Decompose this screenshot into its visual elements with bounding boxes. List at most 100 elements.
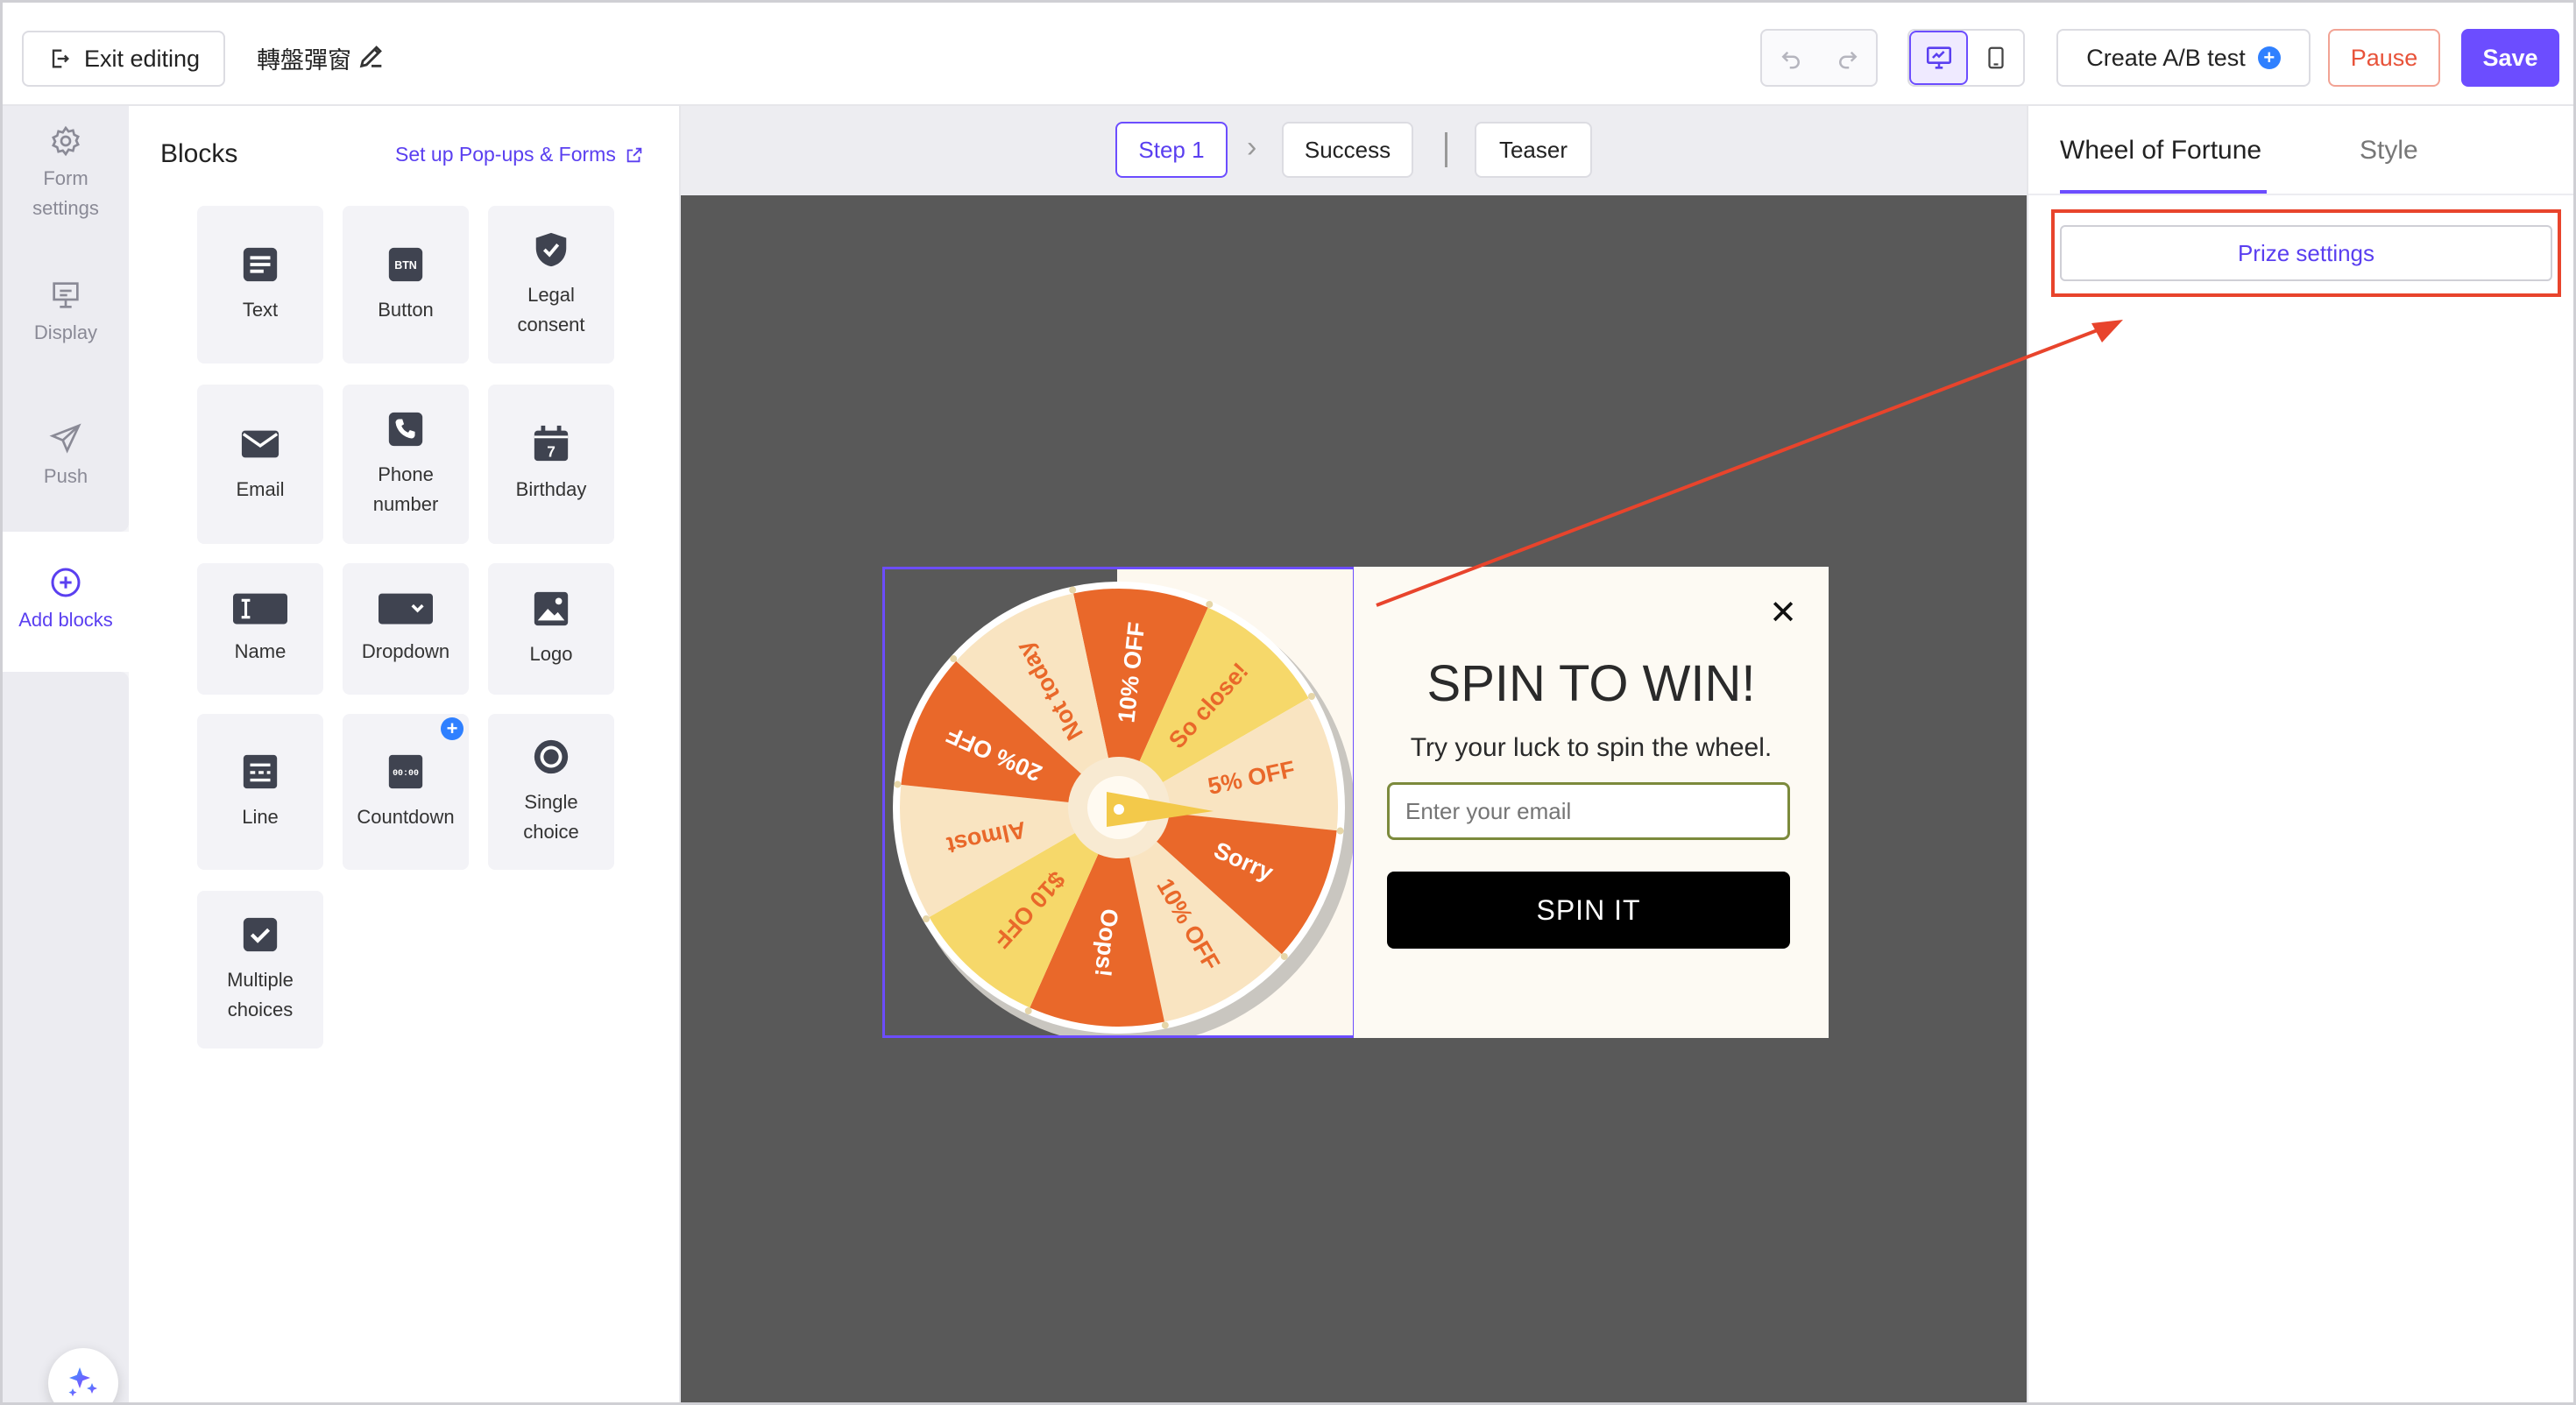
form-name: 轉盤彈窗 bbox=[257, 47, 351, 74]
checkbox-icon bbox=[243, 917, 278, 952]
block-label: consent bbox=[517, 314, 585, 335]
rail-item-add-blocks[interactable]: Add blocks bbox=[3, 565, 129, 635]
block-countdown[interactable]: + 00:00 Countdown bbox=[343, 714, 469, 870]
email-icon bbox=[241, 430, 280, 458]
display-icon bbox=[53, 282, 79, 308]
undo-button[interactable] bbox=[1762, 31, 1819, 85]
dropdown-icon bbox=[379, 593, 433, 625]
block-label: Multiple bbox=[227, 969, 294, 991]
send-icon bbox=[49, 423, 81, 454]
pencil-icon[interactable] bbox=[357, 41, 386, 71]
step-bar: Step 1 › Success Teaser bbox=[681, 106, 2027, 195]
block-dropdown[interactable]: Dropdown bbox=[343, 563, 469, 695]
gear-icon bbox=[52, 125, 80, 157]
exit-icon bbox=[52, 49, 69, 68]
create-ab-test-button[interactable]: Create A/B test + bbox=[2056, 29, 2311, 87]
new-badge-plus-icon: + bbox=[441, 717, 464, 740]
block-email[interactable]: Email bbox=[197, 385, 323, 544]
countdown-icon: 00:00 bbox=[388, 754, 423, 789]
popup-preview: 10% OFF So close! 5% OFF Sorry 10% OFF Oops! $… bbox=[882, 567, 1829, 1038]
blocks-title: Blocks bbox=[160, 139, 238, 168]
tab-success[interactable]: Success bbox=[1282, 122, 1413, 178]
redo-icon bbox=[1838, 51, 1858, 69]
popup-form: ✕ SPIN TO WIN! Try your luck to spin the… bbox=[1354, 567, 1829, 1038]
mobile-icon bbox=[1987, 46, 2004, 69]
step-divider bbox=[1445, 132, 1447, 167]
block-label: Button bbox=[378, 299, 434, 321]
pause-button[interactable]: Pause bbox=[2328, 29, 2440, 87]
calendar-icon: 7 bbox=[534, 425, 569, 462]
block-label: number bbox=[372, 493, 439, 515]
popup-subtitle: Try your luck to spin the wheel. bbox=[1410, 733, 1773, 762]
block-line[interactable]: Line bbox=[197, 714, 323, 870]
sparkle-icon bbox=[68, 1367, 97, 1397]
rail-item-push[interactable]: Push bbox=[3, 421, 129, 491]
block-button[interactable]: BTN Button bbox=[343, 206, 469, 364]
block-name[interactable]: Name bbox=[197, 563, 323, 695]
app-window: Exit editing 轉盤彈窗 Create A/B test + Paus… bbox=[0, 0, 2576, 1405]
wheel-selection-outline bbox=[882, 567, 1355, 1038]
rail-item-form-settings[interactable]: Form settings bbox=[3, 124, 129, 223]
active-tab-indicator bbox=[2060, 190, 2267, 194]
block-label: Name bbox=[234, 640, 287, 662]
close-icon[interactable]: ✕ bbox=[1769, 593, 1797, 632]
block-birthday[interactable]: 7 Birthday bbox=[488, 385, 614, 544]
block-label: Line bbox=[242, 806, 279, 828]
countdown-icon-text: 00:00 bbox=[393, 768, 419, 778]
block-label: Text bbox=[242, 299, 279, 321]
button-icon-text: BTN bbox=[394, 259, 417, 272]
ab-test-label: Create A/B test bbox=[2086, 44, 2246, 71]
rail-label-add-blocks: Add blocks bbox=[18, 609, 113, 631]
rail-label-form: Form bbox=[43, 167, 88, 189]
exit-editing-button[interactable]: Exit editing bbox=[22, 31, 225, 87]
block-label: choices bbox=[227, 999, 294, 1020]
blocks-panel: Blocks Set up Pop-ups & Forms Text BTN B… bbox=[129, 106, 681, 1402]
tab-step-1[interactable]: Step 1 bbox=[1115, 122, 1228, 178]
block-label: Email bbox=[236, 478, 285, 500]
right-panel: Wheel of Fortune Style Prize settings bbox=[2027, 106, 2573, 1402]
popup-title: SPIN TO WIN! bbox=[1426, 655, 1756, 712]
shield-icon bbox=[535, 232, 567, 267]
block-multiple-choices[interactable]: Multiple choices bbox=[197, 891, 323, 1048]
undo-icon bbox=[1780, 51, 1800, 69]
phone-icon bbox=[388, 412, 423, 447]
tabs-divider bbox=[2028, 194, 2573, 195]
exit-editing-label: Exit editing bbox=[83, 45, 201, 72]
block-legal-consent[interactable]: Legal consent bbox=[488, 206, 614, 364]
prize-settings-button[interactable]: Prize settings bbox=[2060, 225, 2552, 281]
rail-item-display[interactable]: Display bbox=[3, 278, 129, 348]
redo-button[interactable] bbox=[1819, 31, 1876, 85]
tab-style[interactable]: Style bbox=[2360, 136, 2418, 166]
left-rail: Form settings Display Push Add blocks bbox=[3, 106, 129, 1402]
setup-popups-link[interactable]: Set up Pop-ups & Forms bbox=[395, 143, 644, 166]
top-bar: Exit editing 轉盤彈窗 Create A/B test + Paus… bbox=[3, 3, 2573, 106]
radio-icon bbox=[534, 739, 569, 774]
rail-label-settings: settings bbox=[32, 197, 99, 219]
external-link-icon bbox=[626, 147, 642, 162]
email-input[interactable] bbox=[1387, 782, 1790, 840]
desktop-icon bbox=[1926, 46, 1951, 69]
name-icon bbox=[233, 593, 287, 625]
tab-wheel-of-fortune[interactable]: Wheel of Fortune bbox=[2060, 136, 2261, 166]
block-logo[interactable]: Logo bbox=[488, 563, 614, 695]
desktop-view-button[interactable] bbox=[1909, 31, 1968, 85]
setup-link-label: Set up Pop-ups & Forms bbox=[395, 143, 616, 166]
undo-redo-group bbox=[1760, 29, 1878, 87]
block-phone-number[interactable]: Phone number bbox=[343, 385, 469, 544]
save-button[interactable]: Save bbox=[2461, 29, 2559, 87]
spin-it-button[interactable]: SPIN IT bbox=[1387, 872, 1790, 949]
block-label: Single bbox=[524, 791, 578, 813]
block-label: Logo bbox=[529, 643, 573, 665]
mobile-view-button[interactable] bbox=[1968, 31, 2023, 85]
chevron-right-icon: › bbox=[1247, 131, 1257, 164]
block-label: Birthday bbox=[515, 478, 587, 500]
line-icon bbox=[243, 754, 278, 789]
block-label: Countdown bbox=[357, 806, 455, 828]
button-icon: BTN bbox=[388, 247, 423, 282]
rail-label-push: Push bbox=[43, 465, 88, 487]
image-icon bbox=[534, 591, 569, 626]
tab-teaser[interactable]: Teaser bbox=[1475, 122, 1592, 178]
plus-circle-icon bbox=[51, 568, 81, 597]
block-single-choice[interactable]: Single choice bbox=[488, 714, 614, 870]
block-text[interactable]: Text bbox=[197, 206, 323, 364]
